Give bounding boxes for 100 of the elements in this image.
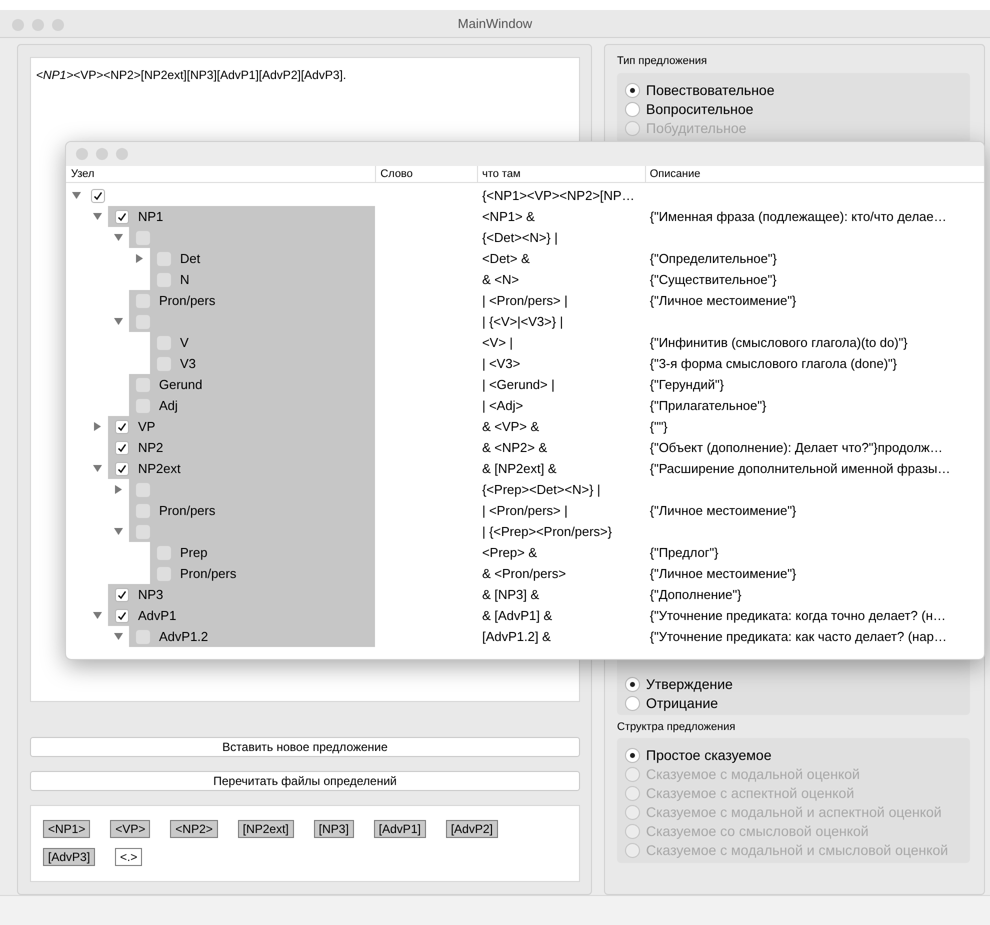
- node-label: V: [180, 334, 189, 352]
- checkbox[interactable]: [136, 524, 150, 538]
- node-label: Adj: [159, 396, 178, 415]
- expanded-arrow-icon[interactable]: [114, 317, 123, 326]
- checkbox[interactable]: [157, 546, 171, 560]
- checkbox[interactable]: [157, 336, 171, 350]
- node-label: NP3: [138, 586, 164, 604]
- checkbox[interactable]: [136, 314, 150, 328]
- radio-button[interactable]: [625, 748, 640, 763]
- checkbox[interactable]: [157, 252, 171, 266]
- table-cell-text: {<Det><N>} |: [482, 228, 558, 247]
- node-label: Prep: [180, 544, 208, 562]
- expanded-arrow-icon[interactable]: [93, 212, 102, 221]
- radio-label: Сказуемое со смысловой оценкой: [646, 822, 869, 841]
- checkbox[interactable]: [157, 356, 171, 370]
- checkbox[interactable]: [115, 608, 129, 622]
- checkbox[interactable]: [115, 588, 129, 602]
- table-cell-text: {"Именная фраза (подлежащее): кто/что делае…: [650, 208, 947, 226]
- checkbox[interactable]: [136, 230, 150, 244]
- zoom-icon[interactable]: [116, 148, 128, 160]
- table-cell-text: | <V3>: [482, 354, 520, 373]
- minimize-icon[interactable]: [96, 148, 108, 160]
- radio-label: Сказуемое с модальной и смысловой оценкой: [646, 841, 948, 860]
- expanded-arrow-icon[interactable]: [114, 233, 123, 242]
- tag-button[interactable]: [AdvP1]: [374, 820, 426, 838]
- table-cell-text: {"Прилагательное"}: [650, 396, 766, 415]
- radio-label: Утверждение: [646, 674, 733, 694]
- node-label: V3: [180, 354, 196, 373]
- checkbox[interactable]: [115, 210, 129, 224]
- node-label: Pron/pers: [159, 292, 216, 310]
- tag-button[interactable]: <NP1>: [43, 820, 90, 838]
- column-header[interactable]: Слово: [380, 166, 413, 182]
- table-cell-text: | <Gerund> |: [482, 376, 555, 394]
- table-cell-text: {"Объект (дополнение): Делает что?"}продолж…: [650, 438, 943, 457]
- checkbox[interactable]: [136, 504, 150, 518]
- checkbox[interactable]: [136, 630, 150, 644]
- table-cell-text: {"Инфинитив (смыслового глагола)(to do)"}: [650, 334, 908, 352]
- table-cell-text: | <Adj>: [482, 396, 524, 415]
- table-cell-text: & <NP2> &: [482, 438, 548, 457]
- checkbox[interactable]: [136, 378, 150, 392]
- tag-button[interactable]: [NP2ext]: [238, 820, 294, 838]
- checkbox[interactable]: [115, 440, 129, 454]
- table-cell-text: & [NP2ext] &: [482, 460, 557, 478]
- table-cell-text: {"Уточнение предиката: когда точно делает? (н…: [650, 606, 946, 625]
- node-label: NP2: [138, 438, 164, 457]
- radio-button[interactable]: [625, 82, 640, 98]
- tag-button[interactable]: [AdvP3]: [43, 848, 96, 866]
- expanded-arrow-icon[interactable]: [72, 191, 81, 200]
- radio-button[interactable]: [625, 696, 640, 710]
- column-header[interactable]: Узел: [71, 166, 94, 182]
- close-icon[interactable]: [76, 148, 88, 160]
- table-cell-text: {"3-я форма смыслового глагола (done)"}: [650, 354, 898, 373]
- table-cell-text: {"Расширение дополнительной именной фразы…: [650, 460, 950, 478]
- table-cell-text: | {<Prep><Pron/pers>}: [482, 522, 612, 541]
- table-cell-text: | <Pron/pers> |: [482, 292, 568, 310]
- radio-button[interactable]: [625, 676, 640, 692]
- table-cell-text: | <Pron/pers> |: [482, 502, 568, 520]
- column-header[interactable]: что там: [482, 166, 521, 182]
- node-label: AdvP1.2: [159, 628, 208, 646]
- node-label: Gerund: [159, 376, 202, 394]
- expanded-arrow-icon[interactable]: [93, 611, 102, 620]
- checkbox[interactable]: [136, 398, 150, 412]
- radio-label: Отрицание: [646, 694, 718, 713]
- column-header[interactable]: Описание: [650, 166, 700, 182]
- checkbox[interactable]: [157, 272, 171, 286]
- checkbox[interactable]: [115, 462, 129, 476]
- table-cell-text: <Det> &: [482, 250, 530, 268]
- radio-label: Повествовательное: [646, 80, 774, 100]
- expanded-arrow-icon[interactable]: [93, 464, 102, 473]
- collapsed-arrow-icon[interactable]: [114, 485, 123, 494]
- window-title: MainWindow: [458, 14, 532, 33]
- node-label: N: [180, 270, 190, 289]
- table-cell-text: {"Определительное"}: [650, 250, 777, 268]
- tag-button[interactable]: [NP3]: [314, 820, 354, 838]
- checkbox[interactable]: [91, 188, 105, 202]
- collapsed-arrow-icon[interactable]: [93, 422, 102, 431]
- tag-button[interactable]: [AdvP2]: [446, 820, 498, 838]
- table-cell-text: {""}: [650, 418, 668, 436]
- reload-button[interactable]: Перечитать файлы определений: [30, 771, 580, 791]
- collapsed-arrow-icon[interactable]: [135, 254, 144, 263]
- expanded-arrow-icon[interactable]: [114, 632, 123, 641]
- expanded-arrow-icon[interactable]: [114, 527, 123, 536]
- table-cell-text: {"Уточнение предиката: как часто делает? (нар…: [650, 628, 947, 646]
- node-label: VP: [138, 418, 156, 436]
- tag-button[interactable]: <NP2>: [170, 820, 218, 838]
- tag-button[interactable]: <VP>: [110, 820, 150, 838]
- node-label: Det: [180, 250, 200, 268]
- table-cell-text: <V> |: [482, 334, 513, 352]
- table-cell-text: {"Личное местоимение"}: [650, 292, 796, 310]
- table-cell-text: & <VP> &: [482, 418, 540, 436]
- table-cell-text: {"Личное местоимение"}: [650, 564, 796, 583]
- checkbox[interactable]: [115, 420, 129, 434]
- tag-button[interactable]: <.>: [115, 848, 142, 866]
- checkbox[interactable]: [136, 482, 150, 496]
- radio-button[interactable]: [625, 102, 640, 116]
- checkbox[interactable]: [157, 566, 171, 580]
- table-cell-text: {"Герундий"}: [650, 376, 724, 394]
- checkbox[interactable]: [136, 294, 150, 308]
- insert-button[interactable]: Вставить новое предложение: [30, 737, 580, 757]
- table-cell-text: {"Дополнение"}: [650, 586, 742, 604]
